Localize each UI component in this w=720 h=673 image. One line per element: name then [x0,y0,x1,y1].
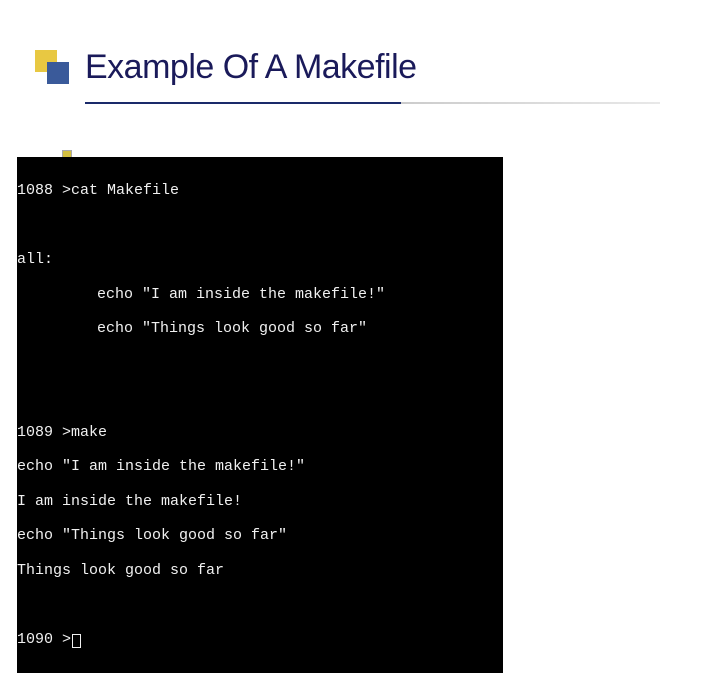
slide-title: Example Of A Makefile [85,48,645,87]
terminal-line: 1088 >cat Makefile [17,182,503,199]
terminal-line: echo "I am inside the makefile!" [17,286,503,303]
title-underline [85,102,660,104]
terminal-blank-line [17,389,503,406]
terminal-line: echo "Things look good so far" [17,527,503,544]
cursor-icon [72,634,81,648]
terminal-line: I am inside the makefile! [17,493,503,510]
terminal-prompt: 1090 > [17,631,71,648]
terminal-line: Things look good so far [17,562,503,579]
terminal-prompt-line: 1090 > [17,631,503,648]
terminal-line: all: [17,251,503,268]
slide-title-container: Example Of A Makefile [85,48,645,87]
terminal-line: 1089 >make [17,424,503,441]
terminal-blank-line [17,217,503,234]
terminal-blank-line [17,596,503,613]
terminal-window: 1088 >cat Makefile all: echo "I am insid… [17,157,503,673]
title-decoration [35,50,70,85]
terminal-blank-line [17,355,503,372]
decoration-blue-square [47,62,69,84]
terminal-line: echo "I am inside the makefile!" [17,458,503,475]
terminal-line: echo "Things look good so far" [17,320,503,337]
